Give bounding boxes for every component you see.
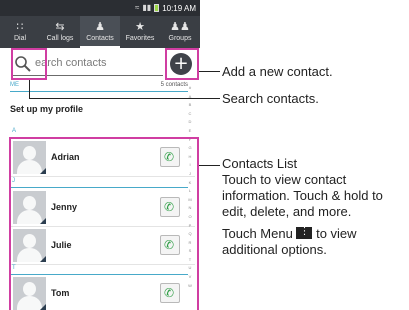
call-logs-icon: ⇆ <box>55 20 65 33</box>
alphabet-index-letter[interactable]: E <box>189 127 192 136</box>
section-header-me: ME 5 contacts <box>10 82 188 92</box>
tab-favorites[interactable]: ★ Favorites <box>120 16 160 48</box>
contacts-icon: ♟ <box>95 20 105 33</box>
status-bar: ≈ ▮▮ 10:19 AM <box>0 0 200 16</box>
callout-line-search <box>29 98 220 99</box>
callout-add-contact: Add a new contact. <box>222 64 333 79</box>
tab-label: Favorites <box>125 35 155 42</box>
callout-line-search-vertical <box>29 80 30 99</box>
add-highlight-box <box>165 48 199 80</box>
tab-bar: ∷ Dial ⇆ Call logs ♟ Contacts ★ Favorite… <box>0 16 200 48</box>
tab-label: Call logs <box>46 35 74 42</box>
contacts-list-highlight-box <box>9 137 199 310</box>
alphabet-index-letter[interactable]: C <box>189 110 192 119</box>
tab-contacts[interactable]: ♟ Contacts <box>80 16 120 48</box>
search-highlight-box <box>11 48 47 80</box>
wifi-icon: ≈ <box>134 3 140 12</box>
callout-search-contacts: Search contacts. <box>222 91 319 106</box>
contact-count: 5 contacts <box>160 82 188 88</box>
alphabet-index-letter[interactable]: D <box>189 118 192 127</box>
tab-call-logs[interactable]: ⇆ Call logs <box>40 16 80 48</box>
section-label: A <box>12 128 17 134</box>
tab-label: Dial <box>13 35 27 42</box>
callout-list-body: Touch to view contact information. Touch… <box>222 172 383 219</box>
section-label: ME <box>10 82 19 88</box>
signal-icon: ▮▮ <box>142 3 152 12</box>
callout-menu-text-before: Touch Menu <box>222 226 293 241</box>
callout-line-add <box>199 71 220 72</box>
setup-profile-item[interactable]: Set up my profile <box>10 104 83 114</box>
callout-contacts-list: Contacts List Touch to view contact info… <box>222 156 408 258</box>
groups-icon: ♟♟ <box>170 20 190 33</box>
menu-key-icon <box>296 225 313 239</box>
callout-list-title: Contacts List <box>222 156 298 171</box>
tab-groups[interactable]: ♟♟ Groups <box>160 16 200 48</box>
tab-label: Contacts <box>86 35 114 42</box>
callout-menu-tip: Touch Menu to view additional options. <box>222 225 408 258</box>
alphabet-index-letter[interactable]: A <box>189 93 192 102</box>
dialpad-icon: ∷ <box>16 20 24 33</box>
status-time: 10:19 AM <box>162 3 196 13</box>
alphabet-index-letter[interactable]: # <box>189 84 191 93</box>
callout-line-list <box>199 165 220 166</box>
star-icon: ★ <box>135 20 145 33</box>
phone-screen: ≈ ▮▮ 10:19 AM ∷ Dial ⇆ Call logs ♟ Conta… <box>0 0 200 310</box>
tab-dial[interactable]: ∷ Dial <box>0 16 40 48</box>
alphabet-index-letter[interactable]: B <box>189 101 192 110</box>
tab-label: Groups <box>168 35 192 42</box>
battery-icon <box>154 4 160 12</box>
